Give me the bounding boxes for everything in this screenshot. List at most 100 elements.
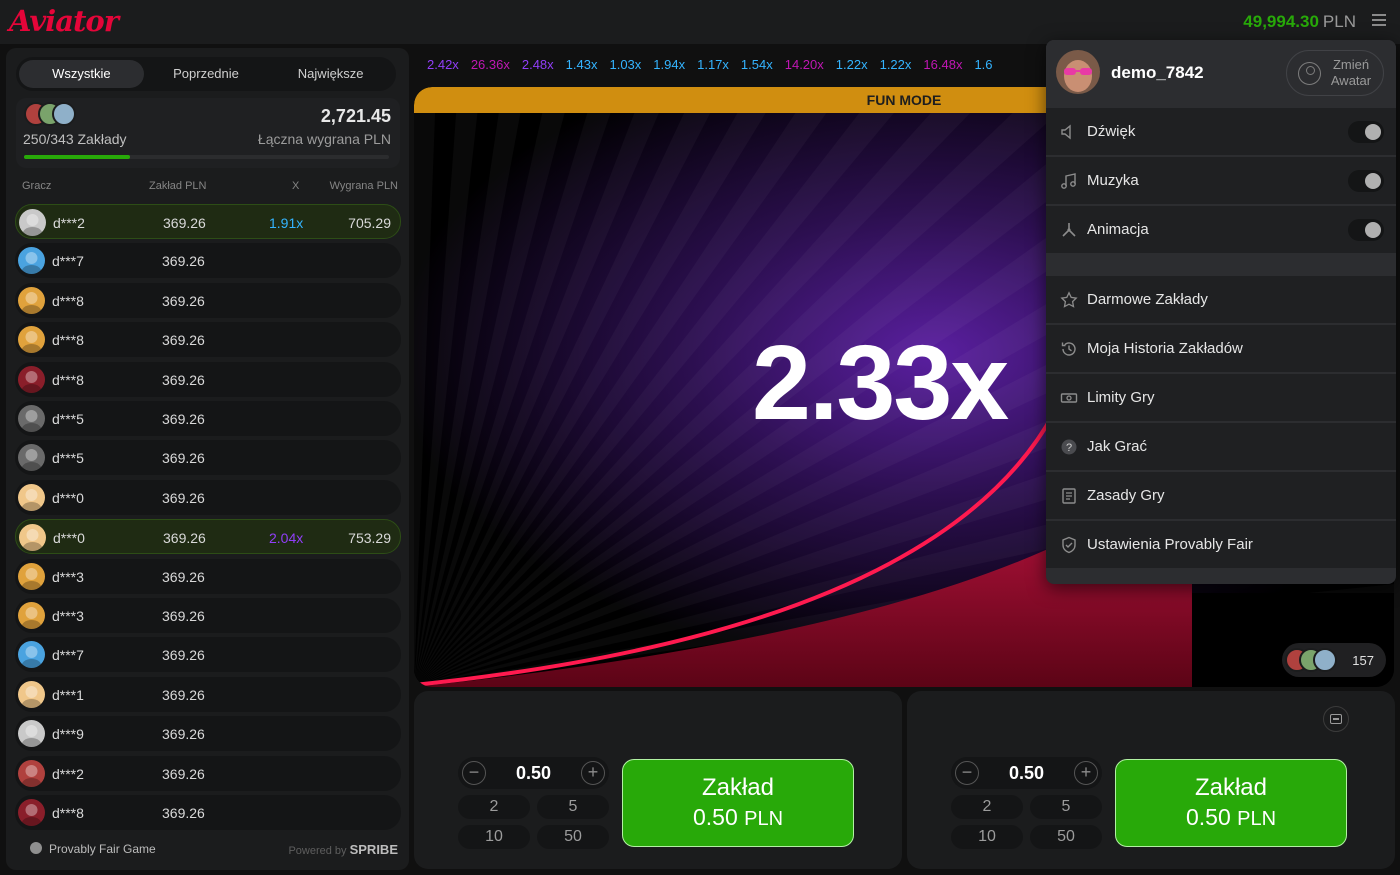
player-name: d***1 — [52, 686, 84, 703]
table-row: d***0 369.26 — [15, 479, 401, 515]
app-logo[interactable]: Aviator — [9, 4, 119, 38]
bet-amount: 369.26 — [163, 530, 206, 547]
history-multiplier[interactable]: 1.22x — [880, 48, 912, 82]
menu-item-music[interactable]: Muzyka — [1046, 156, 1396, 204]
menu-icon[interactable] — [1372, 14, 1386, 26]
change-avatar-button[interactable]: Zmień Awatar — [1286, 50, 1384, 96]
bets-progress — [24, 155, 389, 159]
history-multiplier[interactable]: 2.48x — [522, 48, 554, 82]
table-row: d***2 369.26 — [15, 755, 401, 791]
menu-item-label: Muzyka — [1087, 172, 1139, 189]
menu-item-how-to-play[interactable]: ? Jak Grać — [1046, 422, 1396, 470]
online-players-badge[interactable]: 157 — [1282, 643, 1386, 677]
tab-top[interactable]: Największe — [268, 60, 393, 88]
history-multiplier[interactable]: 2.42x — [427, 48, 459, 82]
remove-bet-panel-button[interactable] — [1323, 706, 1349, 732]
menu-item-game-limits[interactable]: Limity Gry — [1046, 373, 1396, 421]
table-row: d***8 369.26 — [15, 282, 401, 318]
bet-button-title: Zakład — [1194, 774, 1268, 801]
col-mult: X — [292, 180, 300, 192]
avatar — [18, 286, 45, 314]
history-multiplier[interactable]: 1.43x — [566, 48, 598, 82]
bet-button-amount: 0.50 PLN — [1185, 804, 1277, 830]
col-bet: Zakład PLN — [149, 180, 207, 192]
place-bet-button[interactable]: Zakład 0.50 PLN — [1115, 759, 1347, 847]
history-multiplier[interactable]: 1.6 — [974, 48, 992, 82]
balance-currency: PLN — [1322, 12, 1356, 31]
history-multiplier[interactable]: 1.17x — [697, 48, 729, 82]
bet-amount: 369.26 — [162, 450, 205, 467]
player-name: d***0 — [53, 530, 85, 547]
menu-item-game-rules[interactable]: Zasady Gry — [1046, 471, 1396, 519]
quick-bet-10[interactable]: 10 — [951, 825, 1023, 849]
table-row: d***8 369.26 — [15, 322, 401, 358]
history-multiplier[interactable]: 1.22x — [836, 48, 868, 82]
bet-amount: 369.26 — [162, 332, 205, 349]
online-count: 157 — [1352, 653, 1374, 668]
document-icon — [1060, 487, 1078, 505]
sound-toggle[interactable] — [1348, 121, 1384, 143]
username: demo_7842 — [1111, 63, 1204, 82]
quick-bet-10[interactable]: 10 — [458, 825, 530, 849]
bet-button-title: Zakład — [701, 774, 775, 801]
increase-bet-button[interactable]: + — [1074, 761, 1098, 785]
menu-item-animation[interactable]: Animacja — [1046, 205, 1396, 253]
menu-item-sound[interactable]: Dźwięk — [1046, 107, 1396, 155]
place-bet-button[interactable]: Zakład 0.50 PLN — [622, 759, 854, 847]
balance-amount: 49,994.30 — [1243, 12, 1319, 31]
win-amount: 753.29 — [348, 530, 391, 547]
quick-bet-2[interactable]: 2 — [458, 795, 530, 819]
bet-panel-1: − 0.50 + 2 5 10 50 Zakład 0.50 PLN — [414, 691, 902, 869]
history-multiplier[interactable]: 1.03x — [609, 48, 641, 82]
history-multiplier[interactable]: 26.36x — [471, 48, 510, 82]
speaker-icon — [1060, 123, 1078, 141]
bets-summary: 250/343 Zakłady 2,721.45 Łączna wygrana … — [16, 98, 400, 168]
increase-bet-button[interactable]: + — [581, 761, 605, 785]
quick-bet-50[interactable]: 50 — [537, 825, 609, 849]
bets-count: 250/343 Zakłady — [23, 131, 127, 147]
player-name: d***9 — [52, 726, 84, 743]
player-name: d***2 — [52, 765, 84, 782]
history-multiplier[interactable]: 14.20x — [785, 48, 824, 82]
menu-item-label: Dźwięk — [1087, 123, 1136, 140]
player-name: d***3 — [52, 608, 84, 625]
history-multiplier[interactable]: 1.54x — [741, 48, 773, 82]
menu-item-bet-history[interactable]: Moja Historia Zakładów — [1046, 324, 1396, 372]
menu-item-label: Ustawienia Provably Fair — [1087, 536, 1253, 553]
player-name: d***5 — [52, 411, 84, 428]
bet-amount-stepper: − 0.50 + — [458, 757, 609, 789]
quick-bet-50[interactable]: 50 — [1030, 825, 1102, 849]
provably-fair-link[interactable]: Provably Fair Game — [49, 842, 156, 856]
table-row: d***5 369.26 — [15, 440, 401, 476]
user-avatar — [1056, 50, 1100, 94]
player-name: d***7 — [52, 647, 84, 664]
powered-by-label: Powered by — [288, 845, 347, 857]
animation-toggle[interactable] — [1348, 219, 1384, 241]
bet-amount: 369.26 — [162, 292, 205, 309]
cashout-multiplier: 1.91x — [269, 215, 304, 231]
avatar — [19, 524, 46, 552]
quick-bet-5[interactable]: 5 — [537, 795, 609, 819]
menu-item-label: Darmowe Zakłady — [1087, 291, 1208, 308]
menu-item-label: Animacja — [1087, 221, 1149, 238]
quick-bet-5[interactable]: 5 — [1030, 795, 1102, 819]
avatar — [18, 247, 45, 275]
menu-item-provably-fair[interactable]: Ustawienia Provably Fair — [1046, 520, 1396, 568]
table-row: d***7 369.26 — [15, 243, 401, 279]
shield-icon — [1060, 536, 1078, 554]
avatar — [18, 720, 45, 748]
total-win: 2,721.45 — [320, 106, 391, 126]
tab-all[interactable]: Wszystkie — [19, 60, 144, 88]
music-toggle[interactable] — [1348, 170, 1384, 192]
quick-bet-2[interactable]: 2 — [951, 795, 1023, 819]
powered-by: Powered by SPRIBE — [288, 842, 398, 857]
history-multiplier[interactable]: 16.48x — [923, 48, 962, 82]
avatar — [52, 102, 76, 126]
history-multiplier[interactable]: 1.94x — [653, 48, 685, 82]
bet-amount: 369.26 — [162, 253, 205, 270]
menu-item-free-bets[interactable]: Darmowe Zakłady — [1046, 275, 1396, 323]
bet-amount: 369.26 — [162, 489, 205, 506]
avatar — [18, 444, 45, 472]
table-row: d***3 369.26 — [15, 598, 401, 634]
tab-previous[interactable]: Poprzednie — [144, 60, 269, 88]
